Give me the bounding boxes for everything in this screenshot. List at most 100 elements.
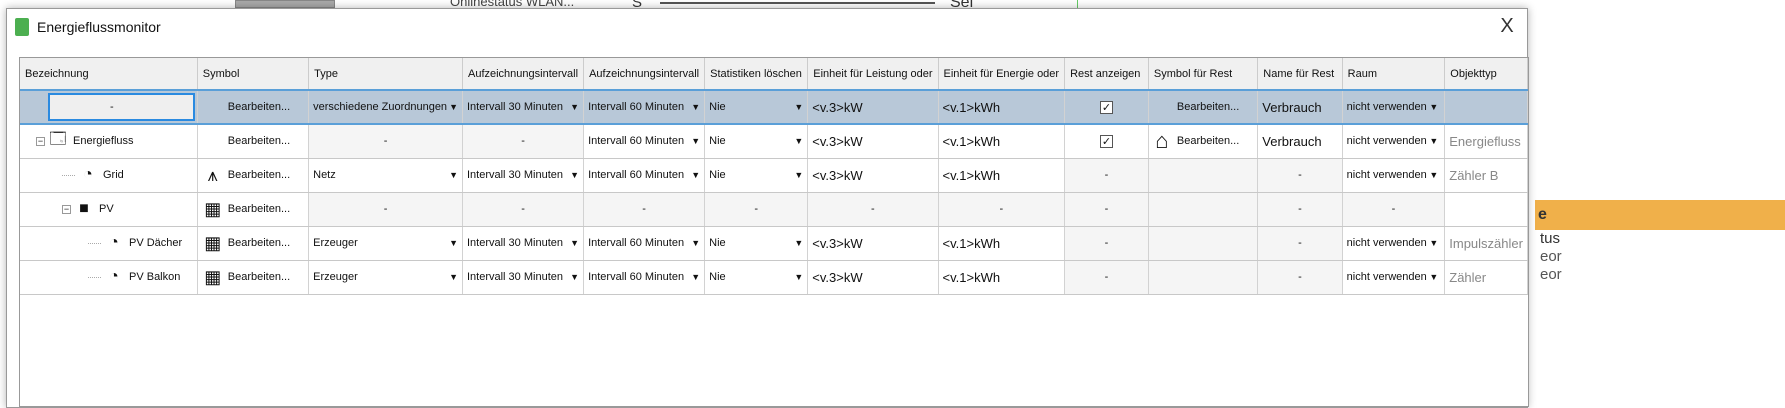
room-dropdown[interactable]: nicht verwenden ▼	[1347, 237, 1441, 249]
statistics-cell[interactable]: Nie ▼	[704, 260, 809, 295]
column-header[interactable]: Einheit für Leistung oder	[807, 58, 939, 91]
column-header[interactable]: Symbol	[197, 58, 310, 91]
symbol-cell[interactable]: ⩚ Bearbeiten...	[197, 158, 310, 193]
edit-link[interactable]: Bearbeiten...	[228, 271, 290, 283]
dropdown-arrow-icon[interactable]: ▼	[449, 102, 458, 112]
show-rest-cell[interactable]: -	[1064, 260, 1149, 295]
column-header[interactable]: Symbol für Rest	[1148, 58, 1259, 91]
dropdown-arrow-icon[interactable]: ▼	[691, 136, 700, 146]
interval-cell[interactable]: Intervall 60 Minuten ▼	[583, 260, 706, 295]
table-row[interactable]: ◔ PV Dächer ▦ Bearbeiten... Erzeuger ▼ Interva…	[20, 226, 1528, 261]
interval-cell[interactable]: Intervall 60 Minuten ▼	[583, 226, 706, 261]
name-cell[interactable]: -	[20, 89, 198, 125]
energy-unit-cell[interactable]: <v.1>kWh	[938, 158, 1066, 193]
interval-cell[interactable]: Intervall 60 Minuten ▼	[583, 158, 706, 193]
symbol-edit[interactable]: Bearbeiten...	[202, 101, 304, 113]
type-cell[interactable]: -	[308, 192, 463, 227]
energy-unit-cell[interactable]: <v.1>kWh	[938, 124, 1066, 159]
energy-unit-cell[interactable]: -	[938, 192, 1066, 227]
column-header[interactable]: Einheit für Energie oder	[938, 58, 1066, 91]
show-rest-checkbox[interactable]: ✓	[1100, 134, 1113, 148]
edit-link[interactable]: Bearbeiten...	[228, 101, 290, 113]
name-cell[interactable]: − 🗔 Energiefluss	[20, 124, 198, 159]
statistics-dropdown[interactable]: Nie ▼	[709, 101, 803, 113]
symbol-edit[interactable]: ▦ Bearbeiten...	[202, 267, 304, 288]
name-cell[interactable]: ◔ Grid	[20, 158, 198, 193]
column-header[interactable]: Name für Rest	[1257, 58, 1343, 91]
dropdown-arrow-icon[interactable]: ▼	[449, 238, 458, 248]
rest-symbol-cell[interactable]	[1148, 260, 1259, 295]
room-cell[interactable]: nicht verwenden ▼	[1342, 158, 1446, 193]
name-cell[interactable]: ◔ PV Balkon	[20, 260, 198, 295]
show-rest-cell[interactable]: ✓	[1064, 124, 1149, 159]
interval-dropdown[interactable]: Intervall 60 Minuten ▼	[588, 169, 700, 181]
close-button[interactable]: X	[1495, 15, 1519, 38]
symbol-cell[interactable]: Bearbeiten...	[197, 124, 310, 159]
show-rest-checkbox[interactable]: ✓	[1100, 100, 1113, 114]
table-row[interactable]: ◔ Grid ⩚ Bearbeiten... Netz ▼ Intervall 30 Min…	[20, 158, 1528, 193]
room-dropdown[interactable]: nicht verwenden ▼	[1347, 271, 1441, 283]
room-cell[interactable]: nicht verwenden ▼	[1342, 226, 1446, 261]
statistics-cell[interactable]: -	[704, 192, 809, 227]
rest-name-cell[interactable]: -	[1257, 226, 1343, 261]
dropdown-arrow-icon[interactable]: ▼	[1429, 102, 1438, 112]
show-rest-cell[interactable]: -	[1064, 158, 1149, 193]
statistics-cell[interactable]: Nie ▼	[704, 124, 809, 159]
interval-cell[interactable]: Intervall 60 Minuten ▼	[583, 89, 706, 125]
show-rest-cell[interactable]: ✓	[1064, 89, 1149, 125]
dropdown-arrow-icon[interactable]: ▼	[691, 102, 700, 112]
dropdown-arrow-icon[interactable]: ▼	[449, 272, 458, 282]
interval-cell[interactable]: -	[462, 192, 585, 227]
statistics-cell[interactable]: Nie ▼	[704, 226, 809, 261]
room-cell[interactable]: nicht verwenden ▼	[1342, 124, 1446, 159]
dropdown-arrow-icon[interactable]: ▼	[691, 238, 700, 248]
statistics-cell[interactable]: Nie ▼	[704, 89, 809, 125]
dropdown-arrow-icon[interactable]: ▼	[691, 272, 700, 282]
interval-dropdown[interactable]: Intervall 60 Minuten ▼	[588, 135, 700, 147]
column-header[interactable]: Rest anzeigen	[1064, 58, 1149, 91]
tree-expander[interactable]: −	[36, 136, 45, 146]
dropdown-arrow-icon[interactable]: ▼	[794, 170, 803, 180]
power-unit-cell[interactable]: -	[807, 192, 939, 227]
rest-name-cell[interactable]: -	[1257, 158, 1343, 193]
dropdown-arrow-icon[interactable]: ▼	[1429, 272, 1438, 282]
interval-dropdown[interactable]: Intervall 60 Minuten ▼	[588, 101, 700, 113]
interval-dropdown[interactable]: Intervall 60 Minuten ▼	[588, 237, 700, 249]
column-header[interactable]: Aufzeichnungsintervall	[583, 58, 706, 91]
symbol-edit[interactable]: Bearbeiten...	[202, 135, 304, 147]
power-unit-cell[interactable]: <v.3>kW	[807, 124, 939, 159]
rest-symbol-cell[interactable]: Bearbeiten...	[1148, 89, 1259, 125]
interval-cell[interactable]: Intervall 30 Minuten ▼	[462, 89, 585, 125]
dropdown-arrow-icon[interactable]: ▼	[570, 170, 579, 180]
show-rest-cell[interactable]: -	[1064, 192, 1149, 227]
type-dropdown[interactable]: verschiedene Zuordnungen ▼	[313, 101, 458, 113]
edit-link[interactable]: Bearbeiten...	[228, 169, 290, 181]
show-rest-cell[interactable]: -	[1064, 226, 1149, 261]
type-cell[interactable]: verschiedene Zuordnungen ▼	[308, 89, 463, 125]
symbol-edit[interactable]: ⩚ Bearbeiten...	[202, 165, 304, 186]
tree-node[interactable]: ◔ PV Dächer	[24, 234, 193, 252]
room-cell[interactable]: nicht verwenden ▼	[1342, 89, 1446, 125]
power-unit-cell[interactable]: <v.3>kW	[807, 226, 939, 261]
interval-dropdown[interactable]: Intervall 30 Minuten ▼	[467, 101, 579, 113]
room-cell[interactable]: nicht verwenden ▼	[1342, 260, 1446, 295]
rest-symbol-edit[interactable]: ⌂ Bearbeiten...	[1153, 128, 1253, 154]
column-header[interactable]: Raum	[1342, 58, 1446, 91]
room-dropdown[interactable]: nicht verwenden ▼	[1347, 135, 1441, 147]
statistics-cell[interactable]: Nie ▼	[704, 158, 809, 193]
dropdown-arrow-icon[interactable]: ▼	[794, 272, 803, 282]
interval-cell[interactable]: Intervall 60 Minuten ▼	[583, 124, 706, 159]
rest-name-cell[interactable]: Verbrauch	[1257, 124, 1343, 159]
room-cell[interactable]: -	[1342, 192, 1446, 227]
dropdown-arrow-icon[interactable]: ▼	[570, 102, 579, 112]
rest-name-cell[interactable]: Verbrauch	[1257, 89, 1343, 125]
statistics-dropdown[interactable]: Nie ▼	[709, 135, 803, 147]
type-dropdown[interactable]: Netz ▼	[313, 169, 458, 181]
energy-unit-cell[interactable]: <v.1>kWh	[938, 260, 1066, 295]
symbol-cell[interactable]: ▦ Bearbeiten...	[197, 226, 310, 261]
name-cell[interactable]: − ■ PV	[20, 192, 198, 227]
interval-cell[interactable]: -	[583, 192, 706, 227]
power-unit-cell[interactable]: <v.3>kW	[807, 158, 939, 193]
edit-link[interactable]: Bearbeiten...	[228, 203, 290, 215]
rest-symbol-cell[interactable]	[1148, 158, 1259, 193]
